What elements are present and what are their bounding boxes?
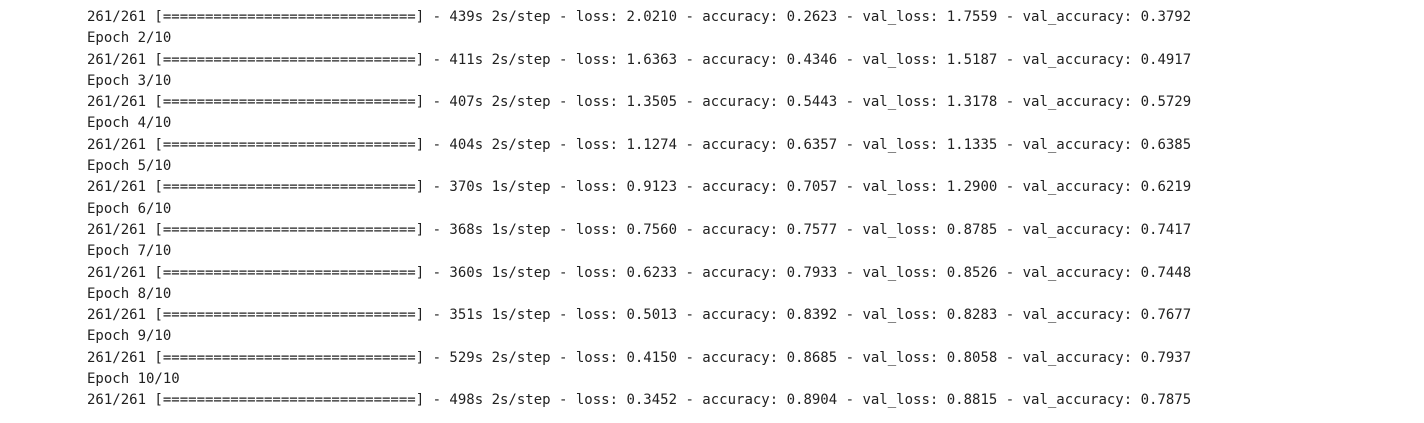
log-line: 261/261 [==============================]… bbox=[87, 221, 1192, 238]
epoch-header: Epoch 2/10 bbox=[87, 30, 172, 47]
epoch-header: Epoch 10/10 bbox=[87, 371, 180, 388]
log-line: 261/261 [==============================]… bbox=[87, 392, 1192, 409]
training-log-output: 261/261 [==============================]… bbox=[87, 7, 1387, 412]
epoch-header: Epoch 4/10 bbox=[87, 115, 172, 132]
epoch-header: Epoch 9/10 bbox=[87, 328, 172, 345]
log-line: 261/261 [==============================]… bbox=[87, 264, 1192, 281]
log-line: 261/261 [==============================]… bbox=[87, 349, 1192, 366]
log-line: 261/261 [==============================]… bbox=[87, 136, 1192, 153]
log-line: 261/261 [==============================]… bbox=[87, 51, 1192, 68]
epoch-header: Epoch 8/10 bbox=[87, 285, 172, 302]
epoch-header: Epoch 3/10 bbox=[87, 72, 172, 89]
log-line: 261/261 [==============================]… bbox=[87, 179, 1192, 196]
log-line: 261/261 [==============================]… bbox=[87, 9, 1192, 25]
epoch-header: Epoch 5/10 bbox=[87, 158, 172, 175]
log-line: 261/261 [==============================]… bbox=[87, 94, 1192, 111]
log-line: 261/261 [==============================]… bbox=[87, 307, 1192, 324]
epoch-header: Epoch 7/10 bbox=[87, 243, 172, 260]
epoch-header: Epoch 6/10 bbox=[87, 200, 172, 217]
